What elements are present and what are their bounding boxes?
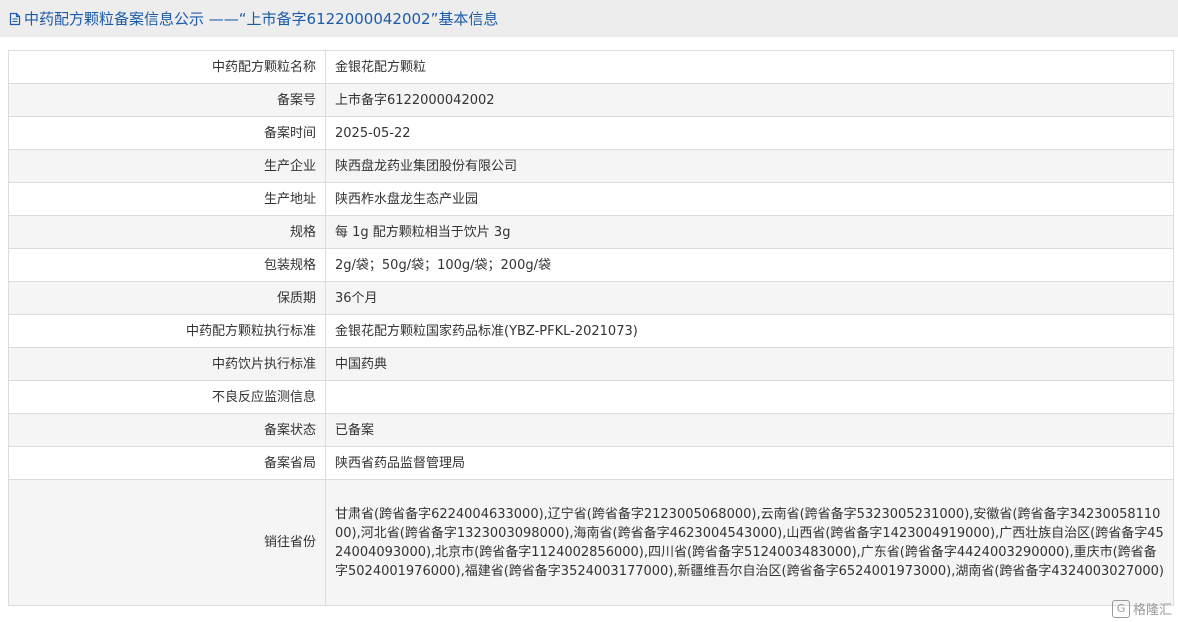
table-row: 不良反应监测信息 xyxy=(8,380,1174,414)
row-value: 上市备字6122000042002 xyxy=(325,83,1174,117)
row-value: 甘肃省(跨省备字6224004633000),辽宁省(跨省备字212300506… xyxy=(325,479,1174,606)
row-value: 36个月 xyxy=(325,281,1174,315)
row-label: 备案时间 xyxy=(8,116,326,150)
row-label: 备案省局 xyxy=(8,446,326,480)
document-icon xyxy=(8,12,22,26)
table-row: 生产企业 陕西盘龙药业集团股份有限公司 xyxy=(8,149,1174,183)
table-row: 备案时间 2025-05-22 xyxy=(8,116,1174,150)
table-row: 备案省局 陕西省药品监督管理局 xyxy=(8,446,1174,480)
row-label: 备案状态 xyxy=(8,413,326,447)
row-label: 销往省份 xyxy=(8,479,326,606)
watermark-text: 格隆汇 xyxy=(1132,603,1172,618)
page-header: 中药配方颗粒备案信息公示 ——“上市备字6122000042002”基本信息 xyxy=(0,0,1178,37)
table-row: 中药配方颗粒执行标准 金银花配方颗粒国家药品标准(YBZ-PFKL-202107… xyxy=(8,314,1174,348)
info-table: 中药配方颗粒名称 金银花配方颗粒 备案号 上市备字6122000042002 备… xyxy=(8,50,1174,606)
row-label: 备案号 xyxy=(8,83,326,117)
row-value: 2g/袋；50g/袋；100g/袋；200g/袋 xyxy=(325,248,1174,282)
table-row: 保质期 36个月 xyxy=(8,281,1174,315)
table-row: 销往省份 甘肃省(跨省备字6224004633000),辽宁省(跨省备字2123… xyxy=(8,479,1174,606)
row-label: 中药配方颗粒执行标准 xyxy=(8,314,326,348)
row-value: 中国药典 xyxy=(325,347,1174,381)
row-value: 金银花配方颗粒国家药品标准(YBZ-PFKL-2021073) xyxy=(325,314,1174,348)
row-label: 规格 xyxy=(8,215,326,249)
table-row: 生产地址 陕西柞水盘龙生态产业园 xyxy=(8,182,1174,216)
row-value xyxy=(325,380,1174,414)
row-value: 每 1g 配方颗粒相当于饮片 3g xyxy=(325,215,1174,249)
row-label: 包装规格 xyxy=(8,248,326,282)
watermark-logo-icon: G xyxy=(1111,599,1130,618)
row-label: 不良反应监测信息 xyxy=(8,380,326,414)
table-row: 包装规格 2g/袋；50g/袋；100g/袋；200g/袋 xyxy=(8,248,1174,282)
watermark: G 格隆汇 xyxy=(1111,599,1172,618)
row-label: 中药饮片执行标准 xyxy=(8,347,326,381)
row-value: 陕西盘龙药业集团股份有限公司 xyxy=(325,149,1174,183)
table-row: 中药饮片执行标准 中国药典 xyxy=(8,347,1174,381)
row-value: 陕西省药品监督管理局 xyxy=(325,446,1174,480)
table-row: 规格 每 1g 配方颗粒相当于饮片 3g xyxy=(8,215,1174,249)
row-value: 已备案 xyxy=(325,413,1174,447)
table-row: 备案号 上市备字6122000042002 xyxy=(8,83,1174,117)
table-row: 备案状态 已备案 xyxy=(8,413,1174,447)
row-value: 金银花配方颗粒 xyxy=(325,50,1174,84)
table-row: 中药配方颗粒名称 金银花配方颗粒 xyxy=(8,50,1174,84)
page-title: 中药配方颗粒备案信息公示 ——“上市备字6122000042002”基本信息 xyxy=(24,10,499,28)
row-label: 中药配方颗粒名称 xyxy=(8,50,326,84)
row-value: 2025-05-22 xyxy=(325,116,1174,150)
row-value: 陕西柞水盘龙生态产业园 xyxy=(325,182,1174,216)
row-label: 生产企业 xyxy=(8,149,326,183)
row-label: 生产地址 xyxy=(8,182,326,216)
row-label: 保质期 xyxy=(8,281,326,315)
